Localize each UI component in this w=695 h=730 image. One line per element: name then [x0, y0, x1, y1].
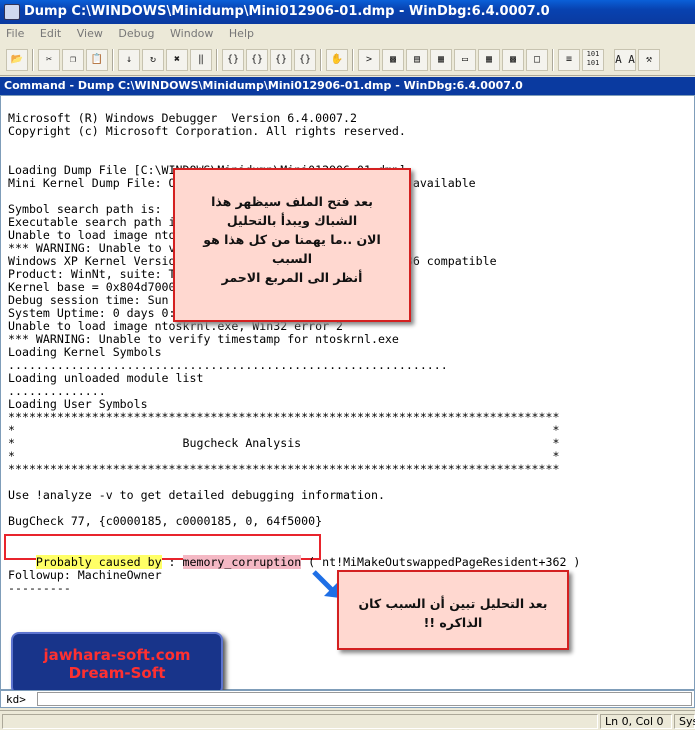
call-stack-window-icon[interactable]: ▦	[478, 49, 500, 71]
menu-edit[interactable]: Edit	[34, 24, 67, 44]
step-out-icon[interactable]: {}	[270, 49, 292, 71]
probably-caused-label: Probably caused by	[35, 555, 162, 569]
command-window-icon[interactable]: >	[358, 49, 380, 71]
locals-window-icon[interactable]: ▤	[406, 49, 428, 71]
menu-help[interactable]: Help	[223, 24, 260, 44]
breakpoint-hand-icon[interactable]: ✋	[326, 49, 348, 71]
source-mode-icon[interactable]: ≡	[558, 49, 580, 71]
windbg-app-icon	[4, 4, 20, 20]
menu-file[interactable]: File	[0, 24, 30, 44]
break-icon[interactable]: ‖	[190, 49, 212, 71]
window-title: Dump C:\WINDOWS\Minidump\Mini012906-01.d…	[24, 4, 550, 19]
step-into-icon[interactable]: {}	[222, 49, 244, 71]
cause-detail: ( nt!MiMakeOutswappedPageResident+362 )	[301, 555, 581, 569]
note2-line: بعد التحليل تبين أن السبب كان	[358, 596, 548, 611]
watch-window-icon[interactable]: ▩	[382, 49, 404, 71]
note1-line: السبب	[271, 251, 313, 266]
note2-line: الذاكره !!	[423, 615, 483, 630]
cut-icon[interactable]: ✂	[38, 49, 60, 71]
disassembly-window-icon[interactable]: ▩	[502, 49, 524, 71]
output-line: ****************************************…	[8, 462, 560, 476]
memory-window-icon[interactable]: ▭	[454, 49, 476, 71]
cause-separator: :	[161, 555, 183, 569]
stop-debugging-icon[interactable]: ✖	[166, 49, 188, 71]
status-main	[2, 714, 598, 729]
output-line: BugCheck 77, {c0000185, c0000185, 0, 64f…	[8, 514, 323, 528]
status-sys: Sys	[674, 714, 695, 729]
menu-bar: File Edit View Debug Window Help	[0, 24, 695, 44]
step-over-icon[interactable]: {}	[246, 49, 268, 71]
restart-icon[interactable]: ↻	[142, 49, 164, 71]
command-input[interactable]	[37, 692, 692, 706]
dashes-line: ---------	[8, 581, 71, 595]
hex-display-icon[interactable]: 101 101	[582, 49, 604, 71]
title-bar: Dump C:\WINDOWS\Minidump\Mini012906-01.d…	[0, 0, 695, 24]
watermark-logo: jawhara-soft.com Dream-Soft	[11, 632, 223, 695]
command-line: kd>	[0, 690, 695, 708]
menu-debug[interactable]: Debug	[112, 24, 160, 44]
note1-line: الشباك ويبدأ بالتحليل	[226, 213, 358, 228]
kd-prompt: kd>	[6, 693, 26, 706]
note1-line: أنظر الى المربع الاحمر	[221, 270, 363, 285]
annotation-note-bottom: بعد التحليل تبين أن السبب كان الذاكره !!	[337, 570, 569, 650]
output-line: Use !analyze -v to get detailed debuggin…	[8, 488, 385, 502]
cause-value: memory_corruption	[182, 555, 302, 569]
copy-icon[interactable]: ❐	[62, 49, 84, 71]
paste-icon[interactable]: 📋	[86, 49, 108, 71]
status-bar: Ln 0, Col 0 Sys	[0, 710, 695, 730]
font-icon[interactable]: A A	[614, 49, 636, 71]
go-icon[interactable]: ↓	[118, 49, 140, 71]
status-position: Ln 0, Col 0	[600, 714, 672, 729]
registers-window-icon[interactable]: ▦	[430, 49, 452, 71]
logo-line2: Dream-Soft	[68, 664, 166, 682]
note1-line: الان ..ما يهمنا من كل هذا هو	[203, 232, 381, 247]
menu-view[interactable]: View	[71, 24, 109, 44]
annotation-note-top: بعد فتح الملف سيظهر هذا الشباك ويبدأ بال…	[173, 168, 411, 322]
note1-line: بعد فتح الملف سيظهر هذا	[211, 194, 373, 209]
scratch-pad-icon[interactable]: □	[526, 49, 548, 71]
command-window-title: Command - Dump C:\WINDOWS\Minidump\Mini0…	[0, 77, 695, 95]
toolbar: 📂 ✂ ❐ 📋 ↓ ↻ ✖ ‖ {} {} {} {} ✋ > ▩ ▤ ▦ ▭ …	[0, 44, 695, 76]
run-to-cursor-icon[interactable]: {}	[294, 49, 316, 71]
menu-window[interactable]: Window	[164, 24, 219, 44]
options-icon[interactable]: ⚒	[638, 49, 660, 71]
logo-line1: jawhara-soft.com	[43, 646, 191, 664]
open-icon[interactable]: 📂	[6, 49, 28, 71]
output-line: Copyright (c) Microsoft Corporation. All…	[8, 124, 406, 138]
